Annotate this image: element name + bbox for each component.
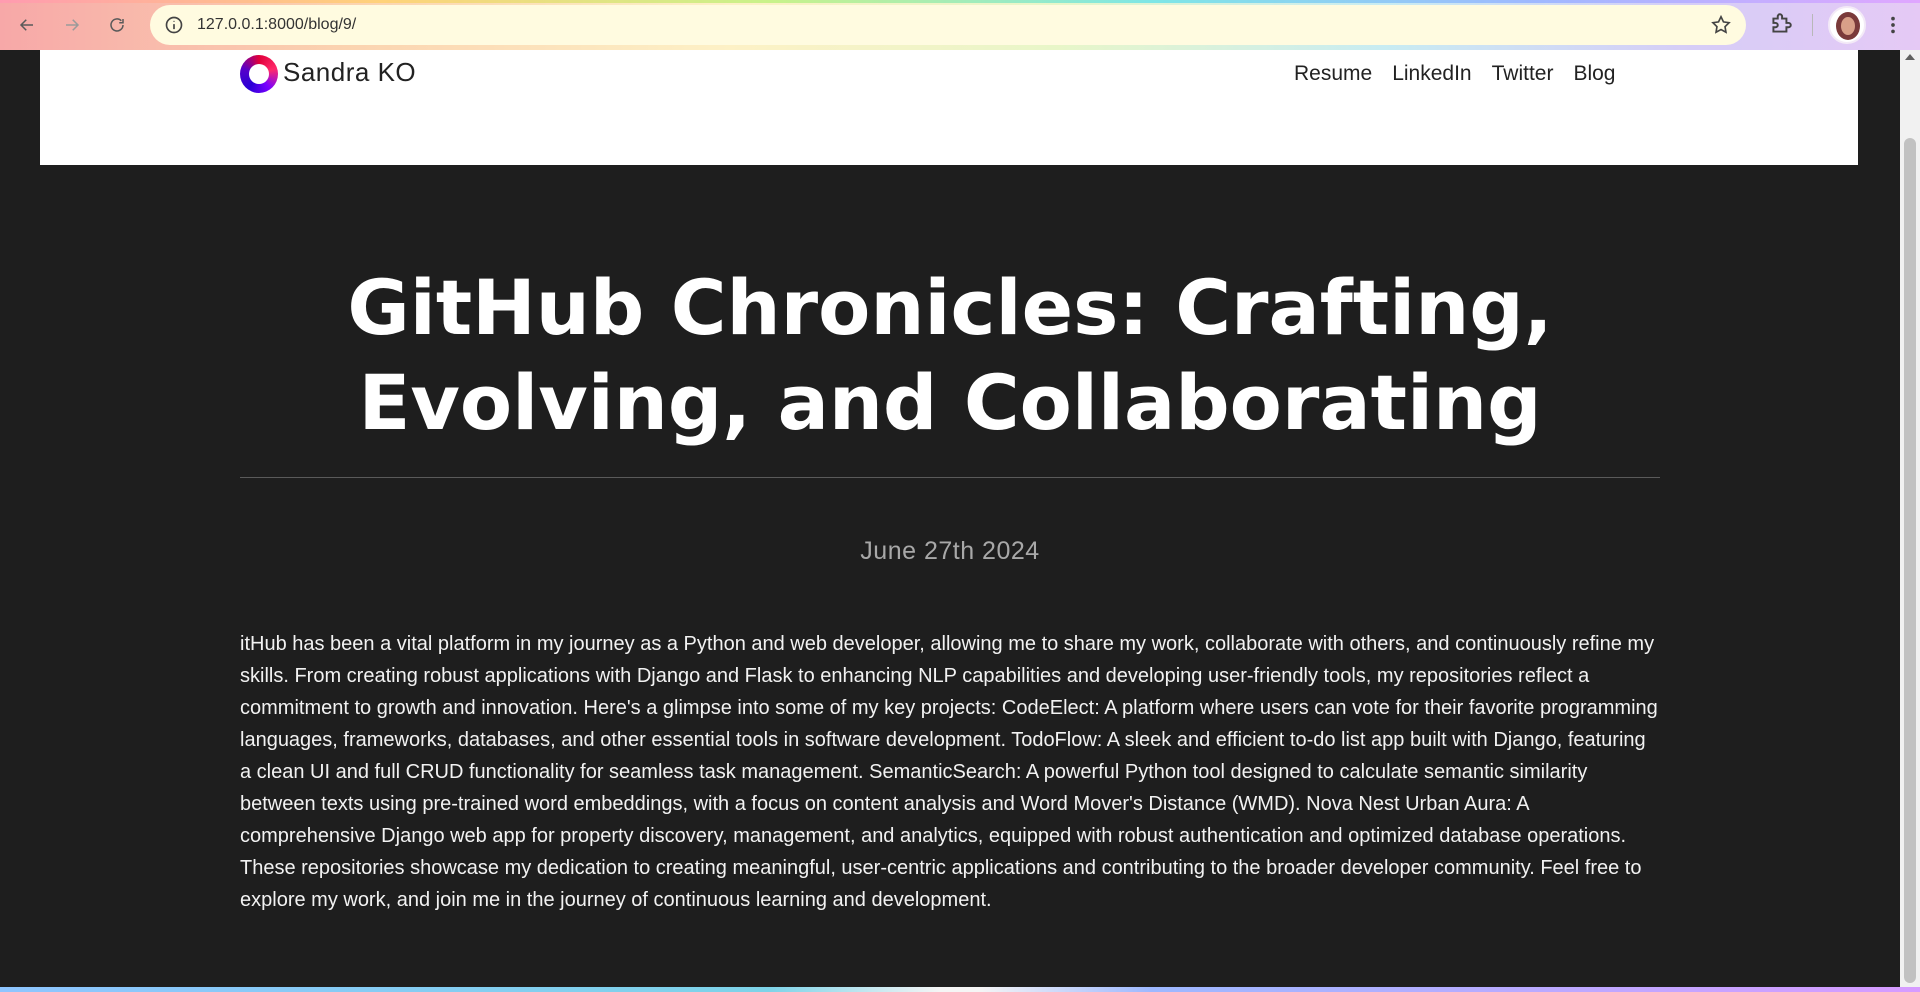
post-title: GitHub Chronicles: Crafting, Evolving, a… [347,263,1553,447]
avatar-face [1841,17,1855,35]
scroll-thumb[interactable] [1904,138,1916,983]
url-text[interactable]: 127.0.0.1:8000/blog/9/ [197,16,356,34]
toolbar-separator [1812,14,1813,36]
site-brand[interactable]: Sandra KO [283,57,416,88]
reload-button[interactable] [102,10,132,40]
back-button[interactable] [12,10,42,40]
logo-icon[interactable] [240,55,278,93]
address-bar[interactable]: 127.0.0.1:8000/blog/9/ [150,5,1746,45]
post-date: June 27th 2024 [860,537,1040,565]
tab-strip-accent [0,0,1920,3]
window-bottom-edge [0,987,1920,992]
back-arrow-icon [19,19,33,31]
site-header: Sandra KO Resume LinkedIn Twitter Blog [40,50,1858,165]
reload-icon [110,18,124,32]
nav-link-resume[interactable]: Resume [1294,62,1372,86]
star-icon[interactable] [1710,14,1732,36]
post-body: itHub has been a vital platform in my jo… [240,633,1658,911]
scroll-up-arrow-icon[interactable] [1905,54,1915,60]
page-scrollbar[interactable] [1900,50,1920,989]
nav-link-blog[interactable]: Blog [1573,62,1615,86]
puzzle-icon[interactable] [1768,11,1794,37]
nav-link-twitter[interactable]: Twitter [1492,62,1554,86]
profile-avatar[interactable] [1828,6,1866,44]
browser-toolbar: 127.0.0.1:8000/blog/9/ [0,0,1920,50]
nav-link-linkedin[interactable]: LinkedIn [1392,62,1471,86]
info-icon[interactable] [164,15,184,35]
title-divider [240,477,1660,478]
page-viewport: Sandra KO Resume LinkedIn Twitter Blog G… [0,50,1900,989]
kebab-menu-icon[interactable] [1882,13,1904,37]
forward-button[interactable] [57,10,87,40]
forward-arrow-icon [66,19,80,31]
site-nav: Resume LinkedIn Twitter Blog [1294,62,1615,86]
